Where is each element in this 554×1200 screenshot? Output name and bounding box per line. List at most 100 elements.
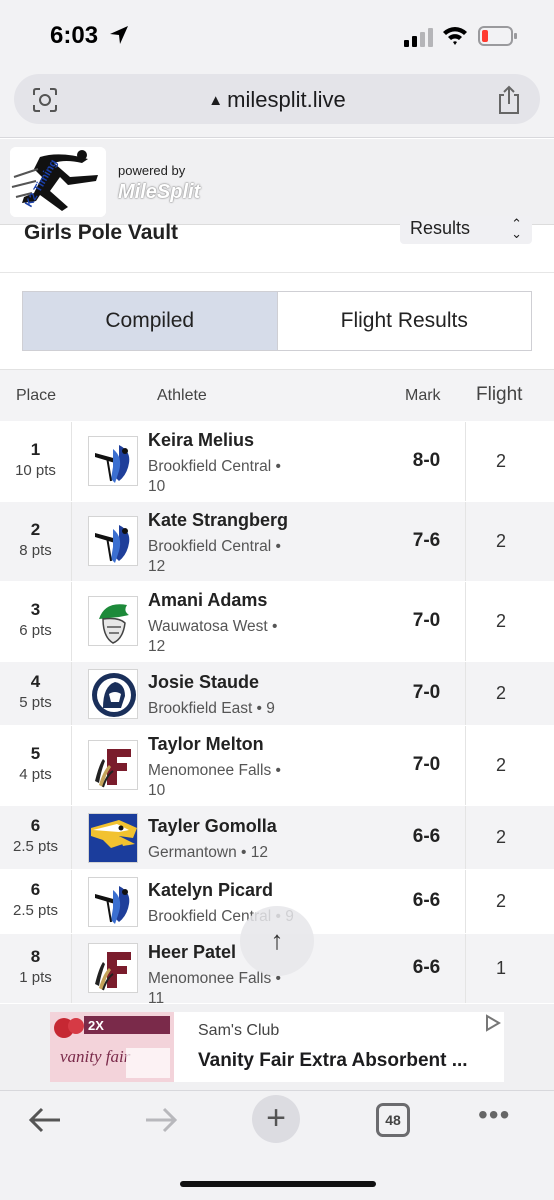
athlete-team-line: Brookfield Central • — [148, 458, 281, 475]
athlete-team: Brookfield East • 9 — [148, 699, 308, 719]
athlete-name[interactable]: Josie Staude — [148, 672, 259, 693]
place-number: 3 — [30, 600, 41, 619]
place-cell: 4 5 pts — [0, 662, 72, 725]
place-points: 2.5 pts — [12, 902, 59, 919]
tab-flight-results[interactable]: Flight Results — [277, 292, 531, 350]
url-text[interactable]: ▲ milesplit.live — [14, 87, 540, 113]
athlete-name[interactable]: Katelyn Picard — [148, 880, 273, 901]
new-tab-button[interactable]: + — [252, 1095, 300, 1143]
athlete-name[interactable]: Keira Melius — [148, 430, 254, 451]
ad-card[interactable]: 2X vanity fair Sam's Club Vanity Fair Ex… — [50, 1012, 504, 1082]
place-cell: 2 8 pts — [0, 502, 72, 581]
results-select[interactable]: Results ⌃ ⌄ — [400, 216, 532, 244]
more-options-icon[interactable]: ••• — [478, 1099, 510, 1131]
flight-cell: 2 — [495, 611, 506, 631]
ad-image-text-brand: vanity fair — [60, 1047, 131, 1066]
mark-cell: 7-0 — [388, 582, 466, 661]
table-header: Place Athlete Mark Flight — [0, 369, 554, 421]
status-time: 6:03 — [50, 22, 99, 49]
mark-cell: 7-0 — [388, 662, 466, 725]
athlete-team-line: Germantown • 12 — [148, 844, 269, 861]
athlete-name[interactable]: Amani Adams — [148, 590, 267, 611]
team-logo — [88, 516, 138, 566]
table-row[interactable]: 5 4 pts Taylor Melton Menomonee Falls • 10 7-… — [0, 725, 554, 805]
team-logo — [88, 436, 138, 486]
place-cell: 3 6 pts — [0, 582, 72, 661]
k2-timing-logo[interactable]: K2 Timing — [10, 147, 106, 217]
forward-arrow-icon[interactable] — [144, 1105, 178, 1135]
team-logo — [88, 943, 138, 993]
athlete-team: Brookfield Central • 10 — [148, 457, 308, 497]
wifi-icon — [443, 27, 467, 45]
status-bar: 6:03 — [0, 0, 554, 70]
results-select-value: Results — [410, 218, 471, 238]
place-number: 5 — [30, 744, 41, 763]
ad-image-text-2x: 2X — [88, 1018, 104, 1033]
location-arrow-icon — [110, 26, 128, 44]
header-place: Place — [16, 387, 57, 404]
mark-cell: 6-6 — [388, 806, 466, 869]
ad-product-image[interactable]: 2X vanity fair — [50, 1012, 174, 1082]
place-points: 4 pts — [19, 766, 52, 783]
place-number: 6 — [30, 880, 41, 899]
place-points: 5 pts — [19, 694, 52, 711]
mark-cell: 6-6 — [388, 934, 466, 1003]
ad-brand[interactable]: Sam's Club — [198, 1022, 279, 1040]
place-points: 6 pts — [19, 622, 52, 639]
tab-switcher-button[interactable]: 48 — [376, 1103, 410, 1137]
address-bar[interactable]: ▲ milesplit.live — [14, 74, 540, 124]
athlete-team-line: Menomonee Falls • — [148, 762, 281, 779]
divider — [0, 272, 554, 273]
place-points: 1 pts — [19, 969, 52, 986]
place-cell: 6 2.5 pts — [0, 806, 72, 869]
team-logo — [88, 877, 138, 927]
mark-cell: 7-0 — [388, 726, 466, 805]
table-row[interactable]: 1 10 pts Keira Melius Brookfield Central • 1… — [0, 421, 554, 501]
header-mark: Mark — [405, 387, 441, 404]
header-flight: Flight — [476, 384, 523, 405]
flight-cell: 2 — [495, 683, 506, 703]
place-points: 10 pts — [15, 462, 56, 479]
place-cell: 6 2.5 pts — [0, 870, 72, 933]
athlete-grade-line: 10 — [148, 782, 166, 799]
cellular-signal-icon — [404, 28, 433, 47]
table-row[interactable]: 4 5 pts Josie Staude Brookfield East • 9 7-0… — [0, 661, 554, 725]
scroll-to-top-button[interactable]: ↑ — [240, 906, 314, 976]
team-logo — [88, 596, 138, 646]
ad-title[interactable]: Vanity Fair Extra Absorbent ... — [198, 1050, 498, 1072]
table-row[interactable]: 6 2.5 pts Tayler Gomolla Germantown • 12 6-6… — [0, 805, 554, 869]
flight-cell: 2 — [495, 531, 506, 551]
place-number: 6 — [30, 816, 41, 835]
athlete-name[interactable]: Heer Patel — [148, 942, 236, 963]
flight-cell: 2 — [495, 451, 506, 471]
event-title: Girls Pole Vault — [24, 221, 179, 244]
athlete-team-line: Brookfield East • 9 — [148, 700, 275, 717]
milesplit-logo[interactable]: MileSplit — [118, 181, 200, 204]
place-points: 8 pts — [19, 542, 52, 559]
athlete-team: Menomonee Falls • 10 — [148, 761, 308, 801]
athlete-team-line: Brookfield Central • — [148, 538, 281, 555]
home-indicator — [180, 1181, 376, 1187]
flight-cell: 1 — [495, 958, 506, 978]
table-row[interactable]: 3 6 pts Amani Adams Wauwatosa West • 12 7-0 2 — [0, 581, 554, 661]
back-arrow-icon[interactable] — [28, 1105, 62, 1135]
team-logo — [88, 813, 138, 863]
plus-icon: + — [266, 1099, 286, 1137]
tab-compiled[interactable]: Compiled — [23, 292, 278, 350]
athlete-grade-line: 10 — [148, 478, 166, 495]
place-cell: 5 4 pts — [0, 726, 72, 805]
flight-cell: 2 — [495, 755, 506, 775]
flight-cell: 2 — [495, 891, 506, 911]
share-icon[interactable] — [496, 85, 522, 115]
team-logo — [88, 740, 138, 790]
ad-choices-icon[interactable] — [484, 1014, 502, 1032]
athlete-name[interactable]: Taylor Melton — [148, 734, 264, 755]
place-cell: 8 1 pts — [0, 934, 72, 1003]
table-row[interactable]: 2 8 pts Kate Strangberg Brookfield Central … — [0, 501, 554, 581]
flight-cell: 2 — [495, 827, 506, 847]
athlete-team: Brookfield Central • 12 — [148, 537, 308, 577]
mark-cell: 8-0 — [388, 422, 466, 501]
place-number: 8 — [30, 947, 41, 966]
athlete-name[interactable]: Kate Strangberg — [148, 510, 288, 531]
athlete-name[interactable]: Tayler Gomolla — [148, 816, 277, 837]
